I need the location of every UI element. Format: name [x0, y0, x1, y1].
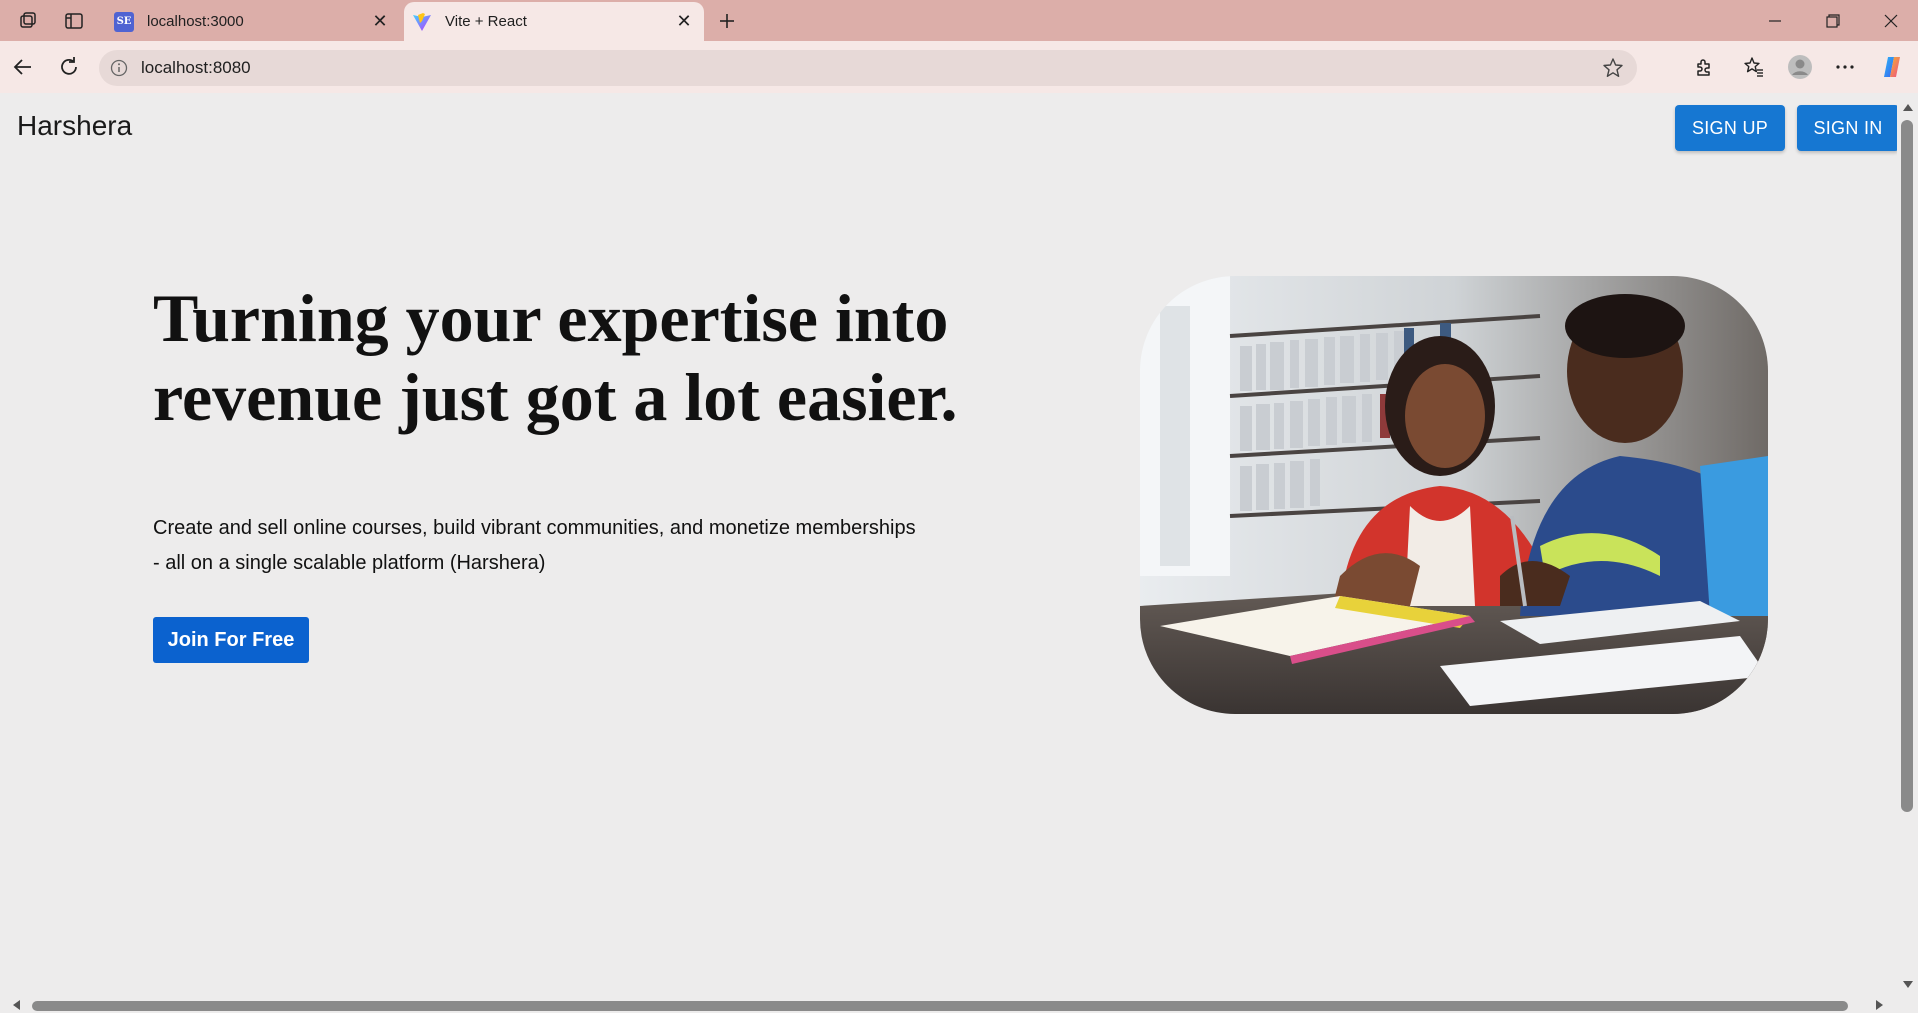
- page-viewport: Harshera SIGN UP SIGN IN Turning your ex…: [3, 93, 1898, 997]
- minimize-icon[interactable]: [1752, 6, 1798, 36]
- headline-line: revenue just got a lot easier.: [153, 359, 958, 435]
- sign-up-button[interactable]: SIGN UP: [1675, 105, 1785, 151]
- vite-icon: [412, 12, 432, 32]
- copilot-icon[interactable]: [1876, 51, 1908, 83]
- headline-line: Turning your expertise into: [153, 280, 949, 356]
- subtext-line: - all on a single scalable platform (Har…: [153, 552, 546, 574]
- close-window-icon[interactable]: [1868, 6, 1914, 36]
- scroll-down-arrow-icon[interactable]: [1900, 977, 1916, 993]
- tab-localhost-3000[interactable]: SE localhost:3000 ✕: [106, 2, 400, 41]
- tab-vite-react[interactable]: Vite + React ✕: [404, 2, 704, 41]
- horizontal-scroll-thumb[interactable]: [32, 1001, 1848, 1011]
- profile-avatar-icon[interactable]: [1784, 51, 1816, 83]
- new-tab-button[interactable]: [712, 6, 742, 36]
- hero-headline: Turning your expertise into revenue just…: [153, 279, 1053, 437]
- tab-title: localhost:3000: [147, 13, 244, 30]
- browser-tab-strip: SE localhost:3000 ✕ Vite + React ✕: [0, 0, 1918, 41]
- scroll-left-arrow-icon[interactable]: [8, 997, 24, 1013]
- refresh-icon[interactable]: [53, 51, 85, 83]
- workspaces-icon[interactable]: [16, 8, 42, 34]
- tab-title: Vite + React: [445, 13, 527, 30]
- tab-actions-icon[interactable]: [61, 8, 87, 34]
- url-text[interactable]: localhost:8080: [141, 58, 251, 78]
- brand-logo-text[interactable]: Harshera: [17, 110, 132, 142]
- hero-image: [1140, 276, 1768, 714]
- favorite-star-icon[interactable]: [1601, 56, 1625, 80]
- join-for-free-button[interactable]: Join For Free: [153, 617, 309, 663]
- vertical-scroll-thumb[interactable]: [1901, 120, 1913, 812]
- scroll-up-arrow-icon[interactable]: [1900, 99, 1916, 115]
- close-tab-icon[interactable]: ✕: [670, 8, 698, 36]
- subtext-line: Create and sell online courses, build vi…: [153, 517, 916, 539]
- scroll-right-arrow-icon[interactable]: [1872, 997, 1888, 1013]
- back-icon[interactable]: [7, 51, 39, 83]
- se-favicon-icon: SE: [114, 11, 134, 32]
- site-info-icon[interactable]: [109, 58, 129, 78]
- browser-toolbar: localhost:8080: [0, 41, 1918, 93]
- extensions-icon[interactable]: [1688, 51, 1720, 83]
- favorites-icon[interactable]: [1738, 51, 1770, 83]
- hero-subtext: Create and sell online courses, build vi…: [153, 511, 983, 581]
- address-bar[interactable]: localhost:8080: [99, 50, 1637, 86]
- close-tab-icon[interactable]: ✕: [366, 8, 394, 36]
- sign-in-button[interactable]: SIGN IN: [1797, 105, 1898, 151]
- more-options-icon[interactable]: [1829, 51, 1861, 83]
- restore-icon[interactable]: [1810, 6, 1856, 36]
